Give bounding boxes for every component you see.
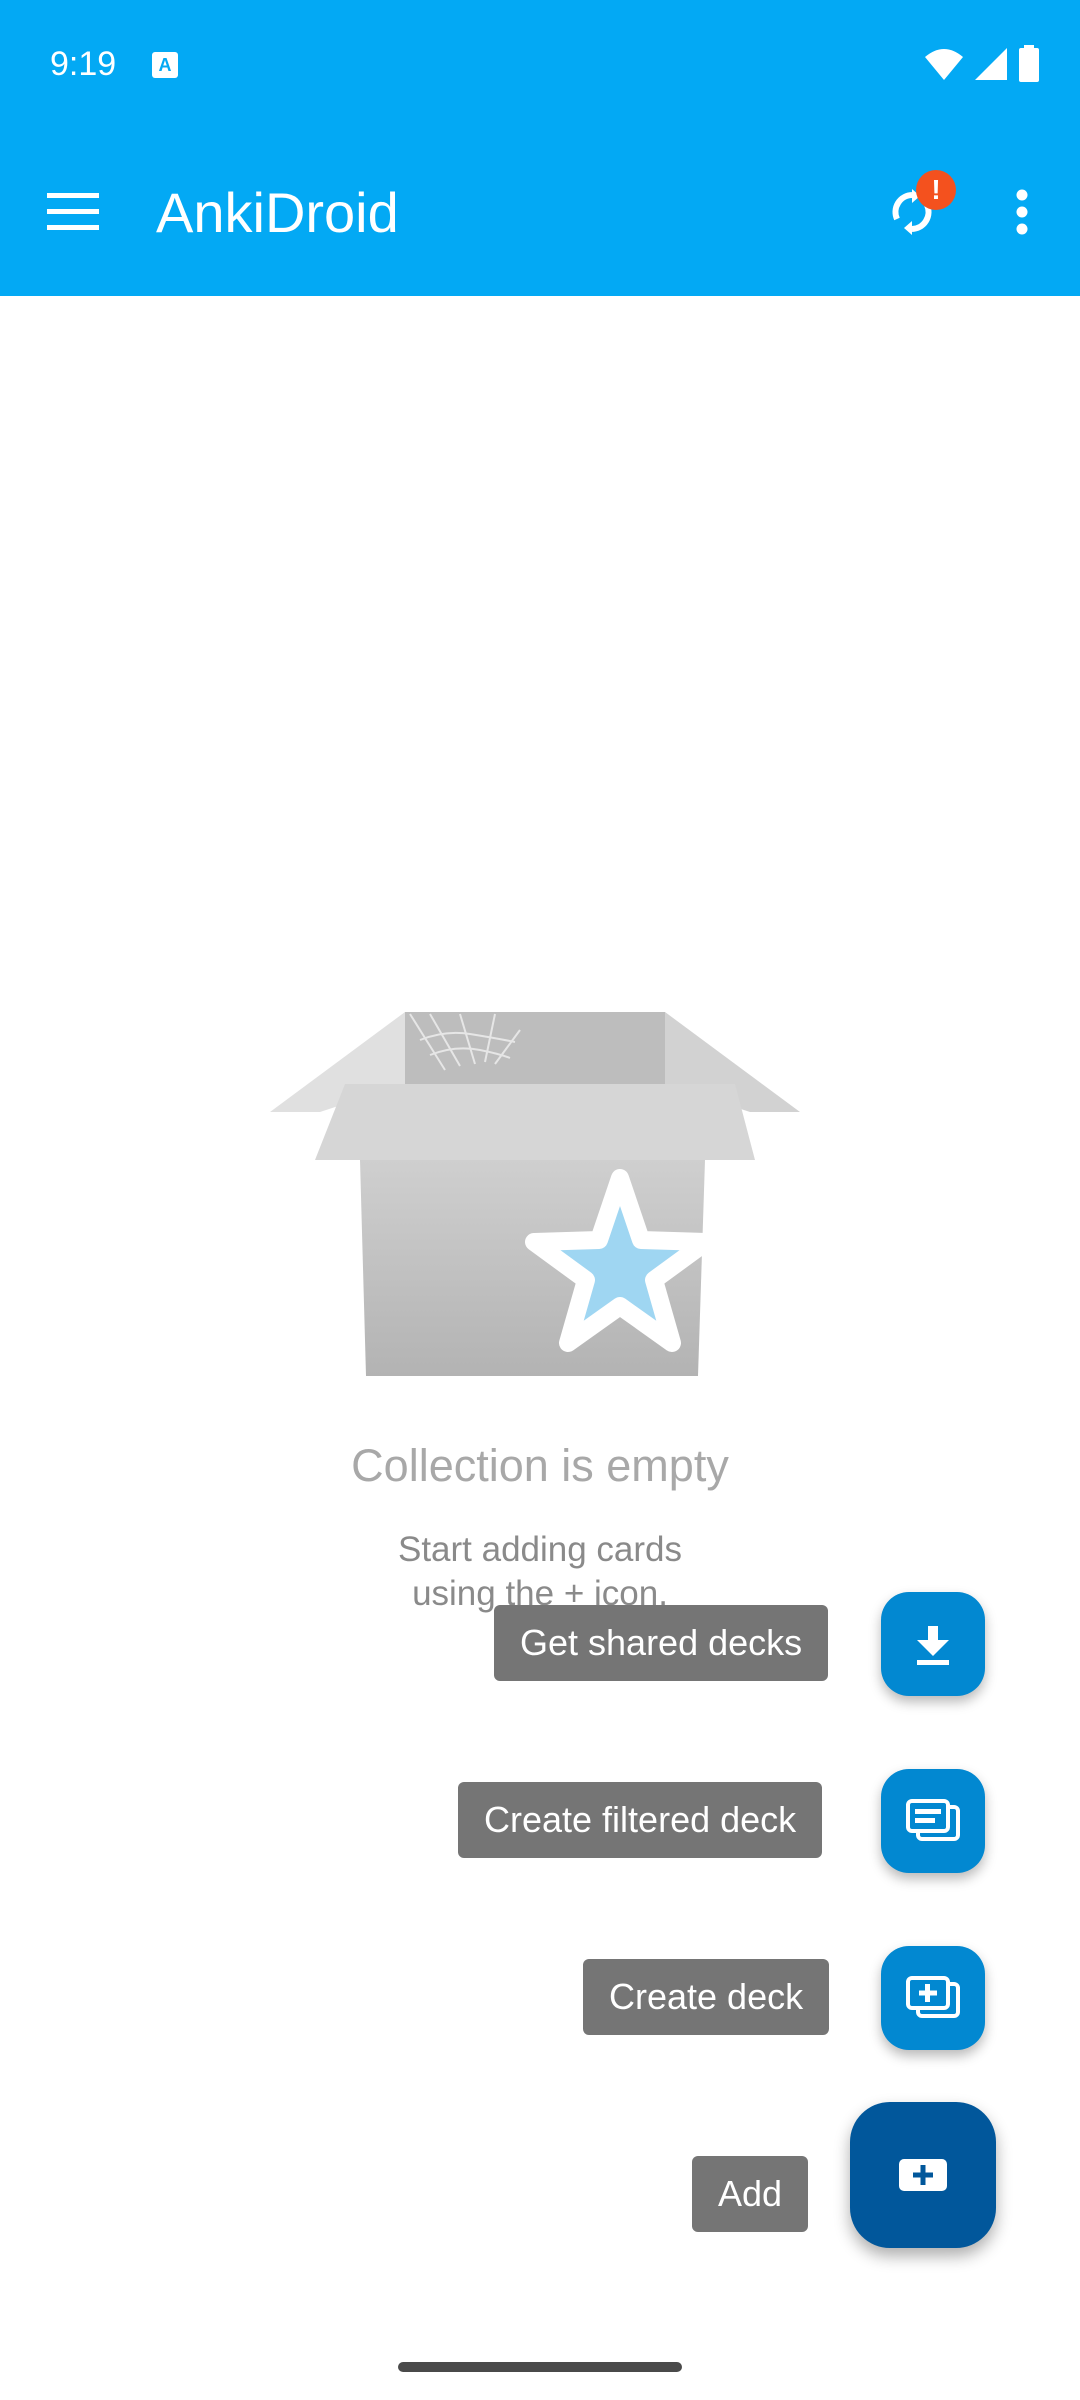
notification-app-icon: A [152,52,178,78]
get-shared-decks-button[interactable] [881,1592,985,1696]
create-deck-label[interactable]: Create deck [583,1959,830,2035]
create-filtered-deck-label[interactable]: Create filtered deck [458,1782,823,1858]
wifi-icon [925,49,963,80]
create-deck-button[interactable] [881,1946,985,2050]
filtered-deck-icon [906,1799,960,1841]
download-icon [917,1626,949,1665]
app-bar: AnkiDroid ! [0,128,1080,296]
empty-collection-title: Collection is empty [351,1440,729,1491]
add-label[interactable]: Add [692,2156,809,2232]
sync-warning-badge: ! [916,170,956,210]
get-shared-decks-label[interactable]: Get shared decks [494,1605,829,1681]
battery-icon [1019,45,1039,82]
add-deck-icon [906,1976,960,2018]
more-vert-icon [1016,189,1028,235]
empty-hint-line1: Start adding cards [397,1530,683,1569]
create-filtered-deck-button[interactable] [881,1769,985,1873]
navigation-menu-button[interactable] [38,180,108,244]
add-card-icon [899,2159,947,2191]
cellular-signal-icon [975,48,1007,80]
overflow-menu-button[interactable] [1000,180,1044,244]
sync-button[interactable]: ! [870,170,956,254]
status-bar: 9:19 A [0,0,1080,128]
app-title: AnkiDroid [156,181,399,244]
hamburger-menu-icon [47,193,99,230]
empty-box-illustration [270,1012,810,1390]
status-icons [924,44,1040,84]
add-note-fab[interactable] [850,2102,996,2248]
home-gesture-bar[interactable] [398,2362,682,2372]
status-time: 9:19 [50,45,117,83]
